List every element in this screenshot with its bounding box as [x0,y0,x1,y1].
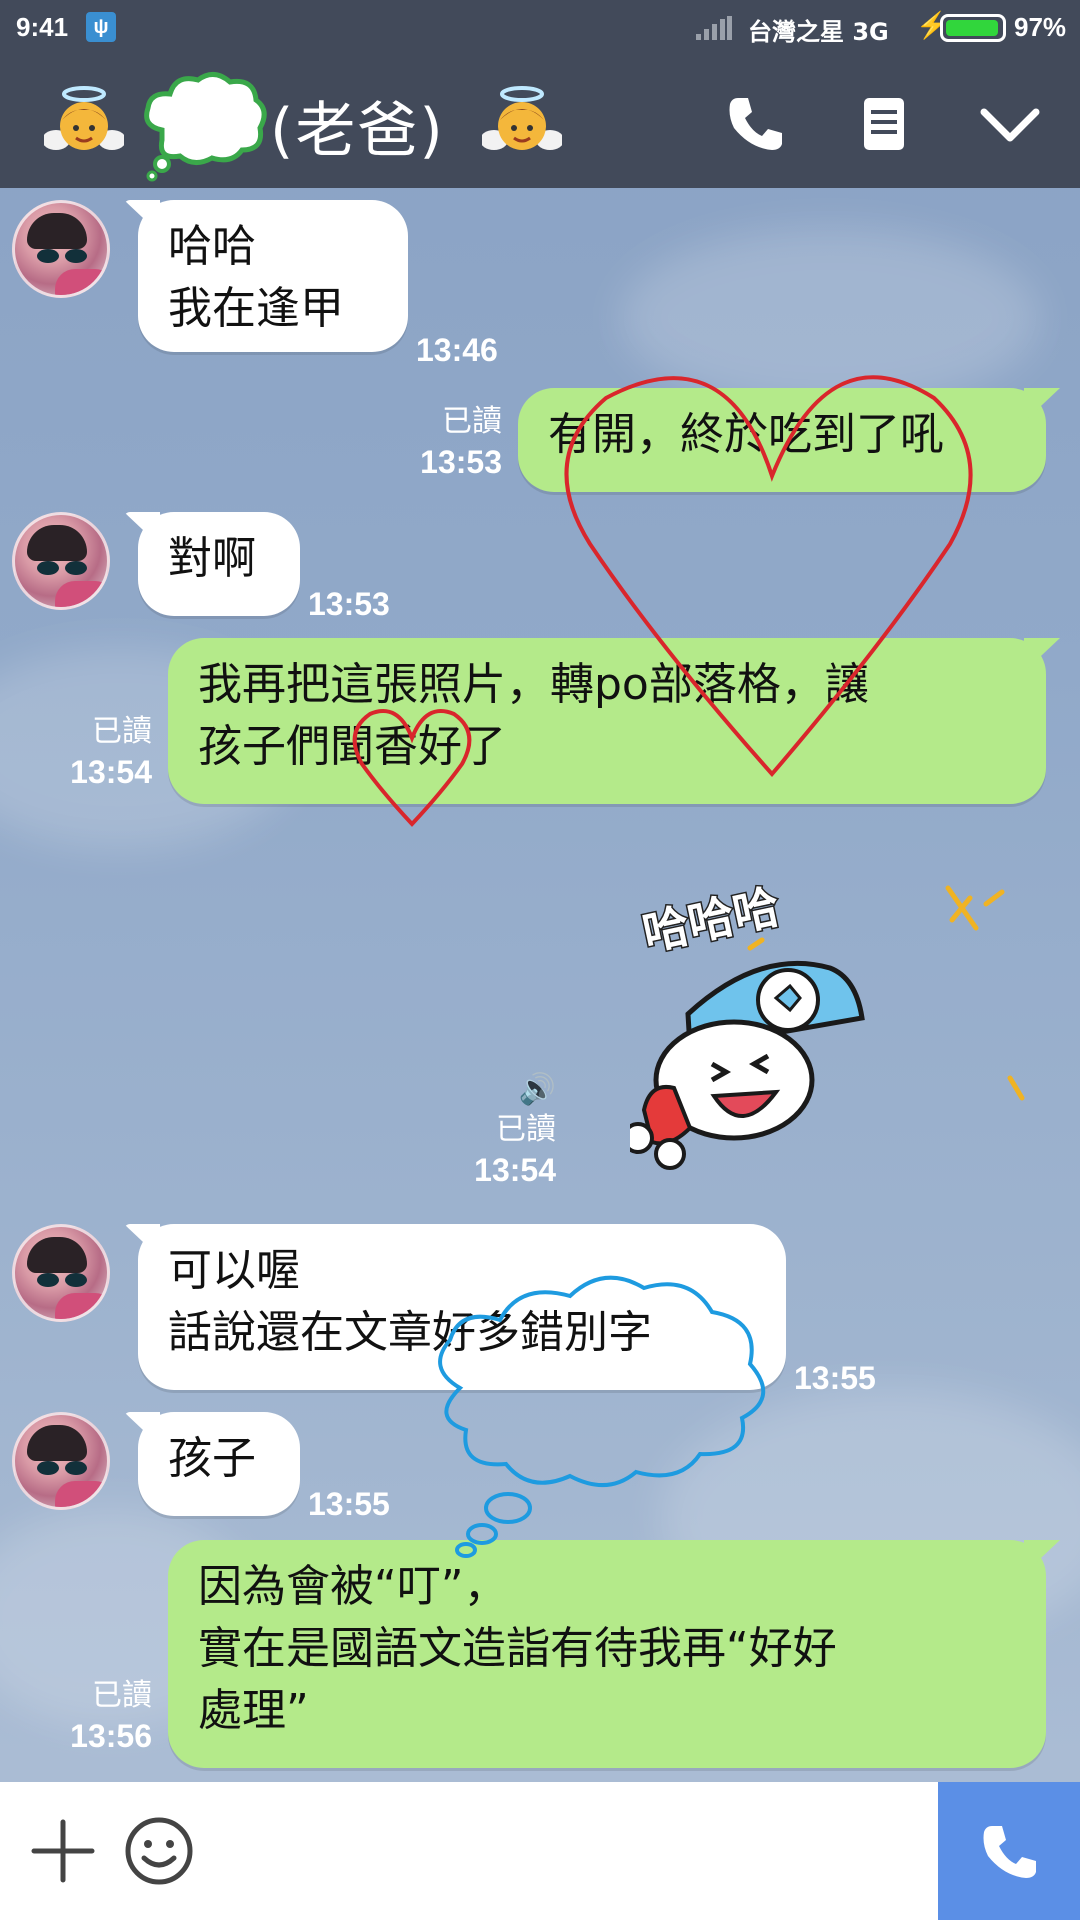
angel-emoji-icon [44,86,124,150]
carrier-label: 台灣之星 3G [748,18,889,46]
phone-icon [983,1826,1036,1878]
angel-emoji-icon [482,86,562,150]
message-meta: 已讀 13:56 [40,1676,152,1756]
message-time: 13:54 [70,754,152,790]
chat-title: (老爸) [270,96,445,166]
battery-icon [940,14,1006,42]
read-receipt: 已讀 [496,1112,556,1147]
chat-header: (老爸) [0,54,1080,188]
battery-fill [946,20,999,36]
message-bubble-incoming[interactable]: 對啊 [138,512,300,616]
background-cloud [620,228,1040,408]
smiley-icon[interactable] [124,1816,194,1886]
message-meta: 🔊 已讀 13:54 [440,1070,556,1190]
call-button[interactable] [938,1782,1080,1920]
avatar[interactable] [12,1412,110,1510]
message-time: 13:55 [794,1360,876,1396]
cloud-scribble-mask [144,72,267,182]
sticker-message[interactable]: 哈哈哈 [622,848,1050,1188]
message-time: 13:54 [474,1152,556,1188]
chevron-down-icon[interactable] [978,92,1042,156]
message-time: 13:46 [416,332,498,368]
message-time: 13:55 [308,1486,390,1522]
avatar[interactable] [12,200,110,298]
message-bubble-incoming[interactable]: 孩子 [138,1412,300,1516]
phone-icon[interactable] [724,92,788,156]
read-receipt: 已讀 [92,714,152,749]
avatar[interactable] [12,512,110,610]
status-bar: 9:41 ψ 台灣之星 3G ⚡ 97% [0,0,1080,54]
laughing-character-sticker: 哈哈哈 [622,878,1025,1170]
speaker-icon[interactable]: 🔊 [440,1070,556,1110]
message-list[interactable]: 哈哈 我在逢甲 13:46 已讀 13:53 有開，終於吃到了吼 對啊 13:5… [0,188,1080,1782]
message-meta: 已讀 13:54 [40,712,152,792]
message-bubble-incoming[interactable]: 可以喔 話說還在文章好多錯別字 [138,1224,786,1390]
status-time: 9:41 [16,12,69,42]
notes-icon[interactable] [852,92,916,156]
message-time: 13:53 [308,586,390,622]
message-bubble-outgoing[interactable]: 有開，終於吃到了吼 [518,388,1046,492]
battery-percent: 97% [1014,12,1067,42]
signal-icon [696,16,732,40]
usb-icon: ψ [86,12,116,42]
read-receipt: 已讀 [92,1678,152,1713]
plus-icon[interactable] [30,1818,96,1884]
message-meta: 已讀 13:53 [400,402,502,482]
message-time: 13:53 [420,444,502,480]
read-receipt: 已讀 [442,404,502,439]
input-bar [0,1782,1080,1920]
message-bubble-incoming[interactable]: 哈哈 我在逢甲 [138,200,408,352]
message-bubble-outgoing[interactable]: 我再把這張照片，轉po部落格，讓 孩子們聞香好了 [168,638,1046,804]
sticker-caption: 哈哈哈 [638,879,784,961]
avatar[interactable] [12,1224,110,1322]
message-bubble-outgoing[interactable]: 因為會被“叮”， 實在是國語文造詣有待我再“好好 處理” [168,1540,1046,1768]
message-time: 13:56 [70,1718,152,1754]
